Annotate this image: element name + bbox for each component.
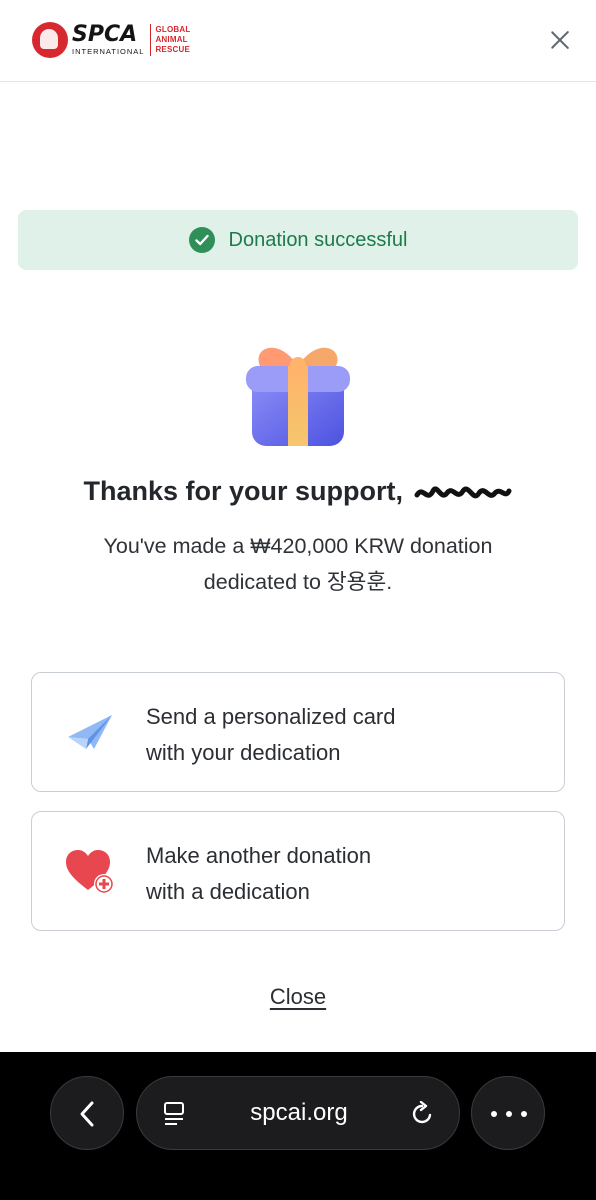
another-donation-line2: with a dedication <box>146 879 310 904</box>
heart-plus-icon <box>64 848 118 896</box>
close-icon[interactable] <box>546 26 574 54</box>
check-circle-icon <box>188 227 215 253</box>
spca-logo[interactable]: SPCA INTERNATIONAL GLOBAL ANIMAL RESCUE <box>32 20 190 60</box>
reload-icon[interactable] <box>409 1101 435 1127</box>
chevron-left-icon <box>80 1101 94 1127</box>
logo-international-text: INTERNATIONAL <box>72 47 145 57</box>
logo-spca-text: SPCA <box>72 22 138 48</box>
send-card-text: Send a personalized card with your dedic… <box>146 699 546 771</box>
more-icon <box>491 1111 527 1117</box>
donation-summary: You've made a ₩420,000 KRW donation dedi… <box>60 528 536 600</box>
send-card-line1: Send a personalized card <box>146 704 396 729</box>
close-link-container: Close <box>0 984 596 1010</box>
logo-tag-global: GLOBAL <box>155 25 191 34</box>
spca-logo-mark <box>32 22 68 58</box>
browser-toolbar: spcai.org <box>0 1052 596 1200</box>
thanks-title-text: Thanks for your support, <box>83 476 403 506</box>
header: SPCA INTERNATIONAL GLOBAL ANIMAL RESCUE <box>0 0 596 82</box>
donation-amount-line: You've made a ₩420,000 KRW donation <box>103 534 493 558</box>
logo-wordmark: SPCA INTERNATIONAL <box>72 24 144 56</box>
logo-divider <box>150 24 152 56</box>
dedication-line: dedicated to 장용훈. <box>203 570 393 594</box>
logo-tag-animal: ANIMAL <box>155 35 188 44</box>
back-button[interactable] <box>50 1076 124 1150</box>
another-donation-line1: Make another donation <box>146 843 372 868</box>
gift-box-icon <box>238 332 358 452</box>
more-button[interactable] <box>471 1076 545 1150</box>
another-donation-text: Make another donation with a dedication <box>146 838 546 910</box>
success-message: Donation successful <box>228 228 408 251</box>
logo-tag-rescue: RESCUE <box>155 45 190 54</box>
redacted-name-scribble <box>414 486 512 499</box>
logo-tagline: GLOBAL ANIMAL RESCUE <box>155 25 190 55</box>
send-card-option[interactable]: Send a personalized card with your dedic… <box>31 672 565 792</box>
thanks-title: Thanks for your support, <box>0 476 596 507</box>
paper-plane-icon <box>64 709 118 757</box>
success-banner: Donation successful <box>18 210 578 270</box>
send-card-line2: with your dedication <box>146 740 341 765</box>
another-donation-option[interactable]: Make another donation with a dedication <box>31 811 565 931</box>
address-bar[interactable]: spcai.org <box>136 1076 460 1150</box>
close-link[interactable]: Close <box>270 984 326 1009</box>
